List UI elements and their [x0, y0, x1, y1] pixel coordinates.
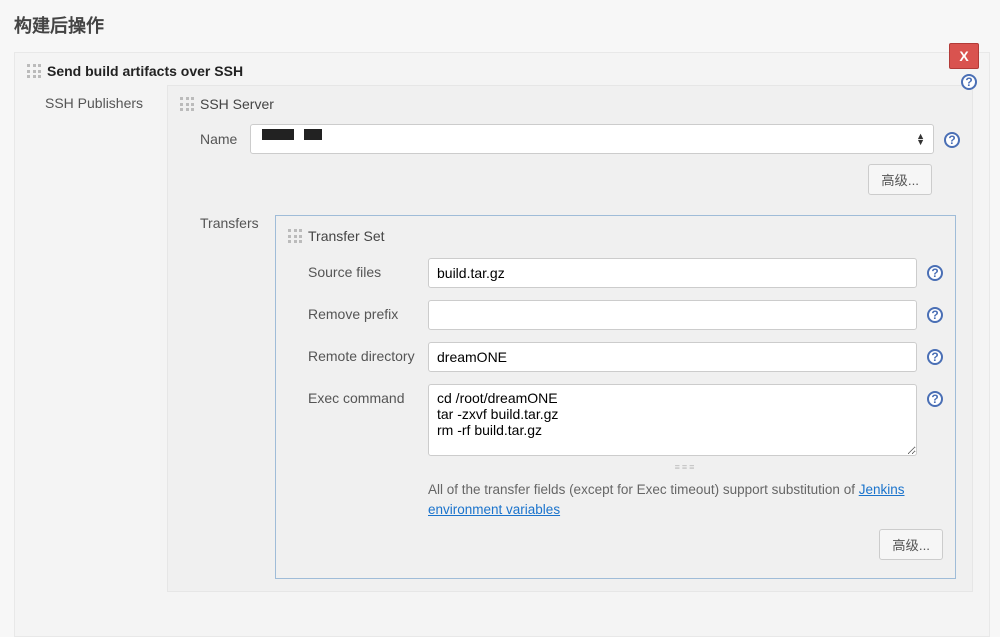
remote-directory-input[interactable]	[428, 342, 917, 372]
name-select[interactable]: ▲▼	[250, 124, 934, 154]
transfer-set-title: Transfer Set	[308, 228, 385, 244]
name-label: Name	[180, 131, 250, 147]
page-title: 构建后操作	[0, 0, 1000, 52]
drag-handle-icon[interactable]	[27, 64, 41, 78]
help-icon[interactable]: ?	[944, 132, 960, 148]
drag-handle-icon[interactable]	[288, 229, 302, 243]
advanced-button[interactable]: 高级...	[879, 529, 943, 560]
select-arrows-icon: ▲▼	[916, 133, 925, 145]
help-icon[interactable]: ?	[927, 349, 943, 365]
help-icon[interactable]: ?	[927, 391, 943, 407]
exec-command-textarea[interactable]	[428, 384, 917, 456]
section-header: Send build artifacts over SSH	[15, 53, 989, 85]
source-files-label: Source files	[308, 258, 428, 280]
remote-directory-label: Remote directory	[308, 342, 428, 364]
section-title: Send build artifacts over SSH	[47, 63, 243, 79]
ssh-server-panel: SSH Server Name ▲▼ ? 高级... T	[167, 85, 973, 592]
drag-handle-icon[interactable]	[180, 97, 194, 111]
transfers-panel: Transfer Set Source files ? Remove prefi…	[275, 215, 956, 579]
post-build-section: X ? Send build artifacts over SSH SSH Pu…	[14, 52, 990, 637]
remove-prefix-label: Remove prefix	[308, 300, 428, 322]
hint-text: All of the transfer fields (except for E…	[288, 480, 943, 521]
exec-command-label: Exec command	[308, 384, 428, 406]
help-icon[interactable]: ?	[927, 265, 943, 281]
resize-grip-icon[interactable]: ≡≡≡	[288, 462, 943, 472]
advanced-button[interactable]: 高级...	[868, 164, 932, 195]
publishers-label: SSH Publishers	[27, 85, 167, 592]
ssh-server-title: SSH Server	[200, 96, 274, 112]
source-files-input[interactable]	[428, 258, 917, 288]
transfers-label: Transfers	[180, 215, 275, 579]
remove-prefix-input[interactable]	[428, 300, 917, 330]
help-icon[interactable]: ?	[961, 74, 977, 90]
help-icon[interactable]: ?	[927, 307, 943, 323]
close-button[interactable]: X	[949, 43, 979, 69]
